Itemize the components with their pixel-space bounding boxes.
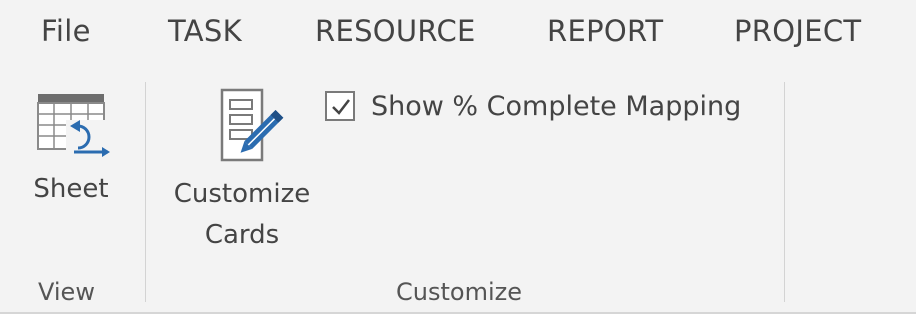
ribbon: File TASK RESOURCE REPORT PROJECT Sheet … bbox=[0, 0, 916, 314]
customize-cards-icon bbox=[208, 86, 288, 168]
tab-file[interactable]: File bbox=[41, 14, 91, 48]
customize-cards-button[interactable]: Customize Cards bbox=[160, 86, 324, 256]
checkmark-icon bbox=[332, 99, 350, 115]
customize-cards-label-line2: Cards bbox=[204, 220, 280, 250]
group-separator bbox=[784, 82, 785, 302]
tab-task[interactable]: TASK bbox=[168, 14, 242, 48]
show-complete-mapping-option[interactable]: Show % Complete Mapping bbox=[325, 88, 741, 124]
tab-resource[interactable]: RESOURCE bbox=[315, 14, 476, 48]
sheet-view-icon bbox=[34, 90, 114, 164]
group-separator bbox=[145, 82, 146, 302]
tab-report[interactable]: REPORT bbox=[547, 14, 663, 48]
sheet-button-label: Sheet bbox=[33, 174, 109, 204]
group-label-view: View bbox=[38, 278, 95, 306]
group-label-customize: Customize bbox=[396, 278, 522, 306]
show-complete-mapping-label: Show % Complete Mapping bbox=[371, 90, 742, 122]
customize-cards-label: Customize Cards bbox=[160, 174, 324, 256]
sheet-button[interactable]: Sheet bbox=[22, 86, 120, 216]
show-complete-mapping-checkbox[interactable] bbox=[325, 91, 355, 121]
tab-project[interactable]: PROJECT bbox=[734, 14, 861, 48]
ribbon-tabs: File TASK RESOURCE REPORT PROJECT bbox=[0, 0, 916, 70]
customize-cards-label-line1: Customize bbox=[173, 179, 311, 209]
